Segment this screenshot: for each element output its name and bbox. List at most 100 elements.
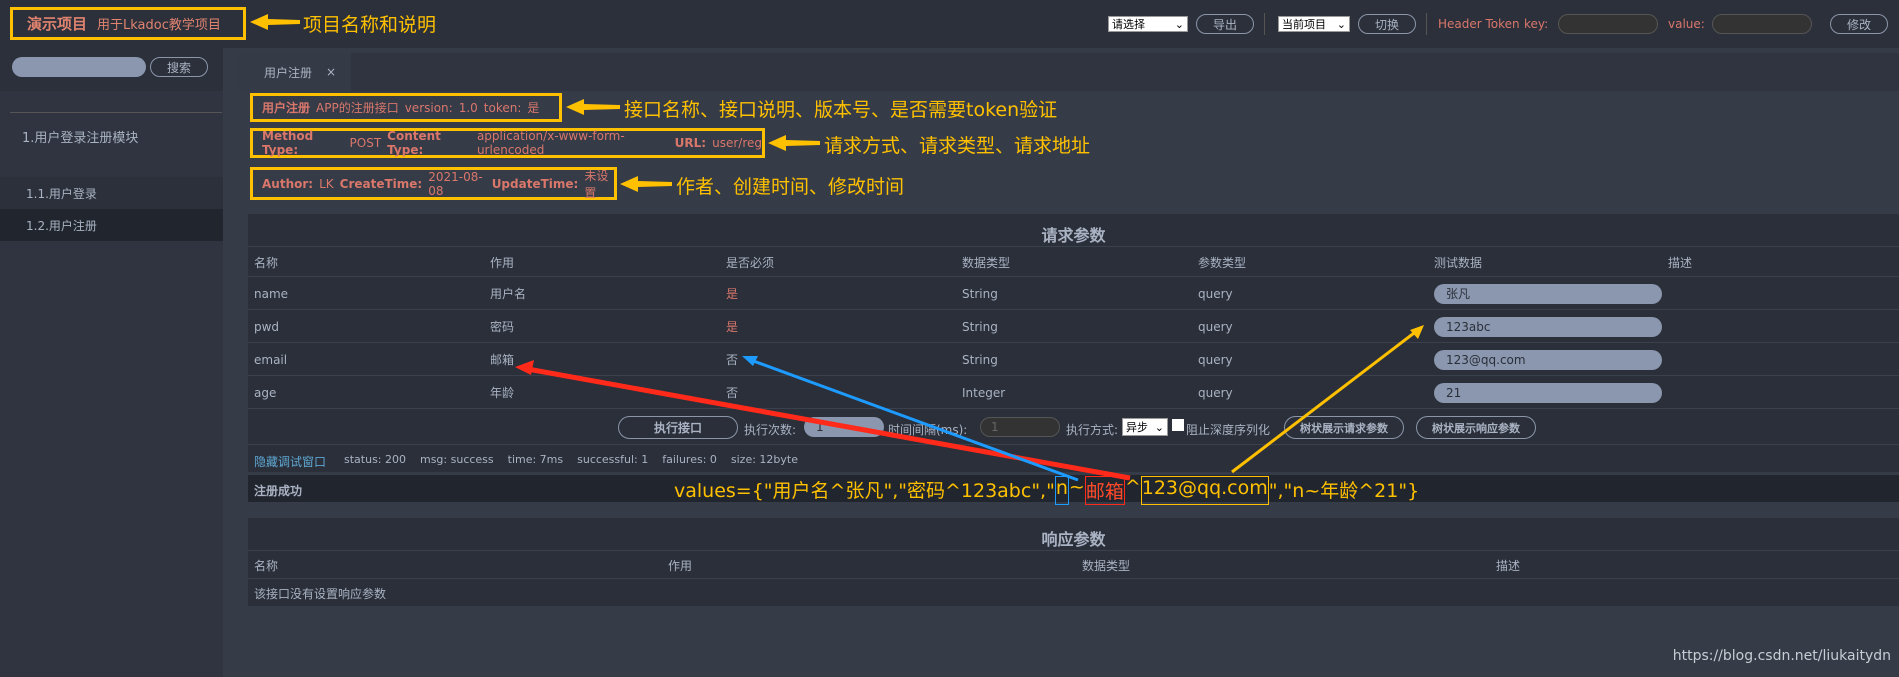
content-type-value: application/x-www-form-urlencoded xyxy=(476,129,625,157)
arrow-annotation-3 xyxy=(768,135,820,151)
modify-button[interactable]: 修改 xyxy=(1830,14,1888,34)
cell-name: pwd xyxy=(254,319,280,334)
table-row: pwd 密码 是 String query 123abc xyxy=(248,309,1899,342)
values-annotation: values={"用户名^张凡","密码^123abc"," n ~ 邮箱 ^ 123@q… xyxy=(674,476,1419,505)
export-select[interactable]: 请选择 ⌄ xyxy=(1108,16,1188,32)
sidebar: 搜索 1.用户登录注册模块 1.1.用户登录 1.2.用户注册 xyxy=(0,48,223,677)
count-input[interactable]: 1 xyxy=(804,417,884,437)
api-author-box: Author: LK CreateTime: 2021-08-08 UpdateTi… xyxy=(250,167,617,200)
cell-test: 123abc xyxy=(1434,310,1662,343)
version-value: 1.0 xyxy=(458,100,478,115)
project-select-value: 当前项目 xyxy=(1282,18,1326,31)
result-text: 注册成功 xyxy=(254,484,303,498)
version-label: version: xyxy=(404,100,453,115)
table-header: 名称 作用 是否必须 数据类型 参数类型 测试数据 描述 xyxy=(248,246,1899,276)
export-select-value: 请选择 xyxy=(1112,18,1145,31)
sidebar-item-register[interactable]: 1.2.用户注册 xyxy=(0,209,223,241)
request-title: 请求参数 xyxy=(1041,226,1106,245)
search-button[interactable]: 搜索 xyxy=(150,57,208,77)
col-header: 测试数据 xyxy=(1434,255,1483,270)
table-row: email 邮箱 否 String query 123@qq.com xyxy=(248,342,1899,375)
col-header: 参数类型 xyxy=(1198,255,1247,270)
col-header: 描述 xyxy=(1668,255,1693,270)
empty-row: 该接口没有设置响应参数 xyxy=(248,578,1899,606)
mode-value: 异步 xyxy=(1126,421,1148,434)
cell-test: 123@qq.com xyxy=(1434,343,1662,376)
project-select[interactable]: 当前项目 ⌄ xyxy=(1278,16,1350,32)
tab-bar: 用户注册 × xyxy=(236,53,1899,91)
values-tilde: ~ xyxy=(1068,476,1085,498)
author-label: Author: xyxy=(262,176,314,191)
token-key-input[interactable] xyxy=(1558,14,1658,34)
interval-input[interactable]: 1 xyxy=(980,417,1060,437)
export-button[interactable]: 导出 xyxy=(1196,14,1254,34)
run-button[interactable]: 执行接口 xyxy=(618,416,738,439)
author-value: LK xyxy=(319,176,334,191)
test-data-input[interactable]: 123@qq.com xyxy=(1434,349,1662,370)
test-data-input[interactable]: 123abc xyxy=(1434,316,1662,337)
cell-name: email xyxy=(254,352,288,367)
col-header: 名称 xyxy=(254,255,279,270)
no-deep-checkbox[interactable] xyxy=(1172,419,1184,431)
values-n: n xyxy=(1054,476,1069,505)
content-type-label: Content Type: xyxy=(387,129,441,157)
create-value: 2021-08-08 xyxy=(428,169,483,198)
chevron-down-icon: ⌄ xyxy=(1336,17,1346,31)
annotation-project: 项目名称和说明 xyxy=(303,14,437,36)
url-label: URL: xyxy=(674,136,707,150)
tree-response-button[interactable]: 树状展示响应参数 xyxy=(1416,416,1536,439)
create-label: CreateTime: xyxy=(339,176,423,191)
update-value: 未设置 xyxy=(584,168,609,200)
url-value: user/reg xyxy=(712,136,762,150)
header-token-label: Header Token xyxy=(1438,17,1520,31)
test-data-input[interactable]: 21 xyxy=(1434,382,1662,403)
col-header: 数据类型 xyxy=(1082,558,1131,573)
close-icon[interactable]: × xyxy=(326,65,336,79)
cell-param_type: query xyxy=(1198,385,1233,400)
search-input[interactable] xyxy=(12,57,146,77)
project-name: 演示项目 xyxy=(27,15,88,33)
test-data-input[interactable]: 张凡 xyxy=(1434,283,1662,304)
col-header: 描述 xyxy=(1496,558,1521,573)
chevron-down-icon: ⌄ xyxy=(1154,420,1164,434)
tab-register[interactable]: 用户注册 × xyxy=(236,53,351,91)
tree-request-button[interactable]: 树状展示请求参数 xyxy=(1284,416,1404,439)
values-suffix: ","n~年龄^21"} xyxy=(1268,480,1420,502)
token-value-input[interactable] xyxy=(1712,14,1812,34)
status-text: status: 200 msg: success time: 7ms succe… xyxy=(344,453,798,466)
cell-type: String xyxy=(962,286,998,301)
hide-debug-link[interactable]: 隐藏调试窗口 xyxy=(254,453,326,470)
arrow-annotation-2 xyxy=(566,99,620,115)
cell-name: age xyxy=(254,385,277,400)
values-caret: ^ xyxy=(1124,476,1141,498)
watermark: https://blog.csdn.net/liukaitydn xyxy=(1672,648,1891,664)
values-prefix: values={"用户名^张凡","密码^123abc"," xyxy=(674,480,1055,502)
annotation-api-info: 接口名称、接口说明、版本号、是否需要token验证 xyxy=(624,99,1058,121)
cell-name: name xyxy=(254,286,289,301)
sidebar-module[interactable]: 1.用户登录注册模块 xyxy=(0,114,223,158)
mode-label: 执行方式: xyxy=(1066,423,1119,437)
mode-select[interactable]: 异步 ⌄ xyxy=(1122,418,1168,436)
cell-desc: 用户名 xyxy=(490,287,527,301)
cell-required: 是 xyxy=(726,320,739,334)
method-value: POST xyxy=(349,136,382,150)
response-title: 响应参数 xyxy=(1041,530,1106,549)
cell-required: 否 xyxy=(726,353,739,367)
interval-label: 时间间隔(ms): xyxy=(888,423,968,437)
arrow-annotation-4 xyxy=(620,176,672,192)
cell-test: 张凡 xyxy=(1434,277,1662,310)
no-deep-label: 阻止深度序列化 xyxy=(1186,423,1271,437)
token-value: 是 xyxy=(527,101,540,115)
col-header: 数据类型 xyxy=(962,255,1011,270)
tab-label: 用户注册 xyxy=(264,65,313,80)
col-header: 作用 xyxy=(490,255,515,270)
sidebar-item-login[interactable]: 1.1.用户登录 xyxy=(0,177,223,209)
switch-button[interactable]: 切换 xyxy=(1358,14,1416,34)
top-bar: 演示项目 用于Lkadoc教学项目 请选择 ⌄ 导出 当前项目 ⌄ 切换 Heade… xyxy=(0,0,1899,48)
cell-required: 否 xyxy=(726,386,739,400)
value-label: value: xyxy=(1668,17,1705,31)
col-header: 作用 xyxy=(668,558,693,573)
exec-row: 执行接口 执行次数: 1 时间间隔(ms): 1 执行方式: 异步 ⌄ 阻止深度序… xyxy=(248,408,1899,444)
cell-param_type: query xyxy=(1198,286,1233,301)
status-row: 隐藏调试窗口 status: 200 msg: success time: 7m… xyxy=(248,444,1899,472)
